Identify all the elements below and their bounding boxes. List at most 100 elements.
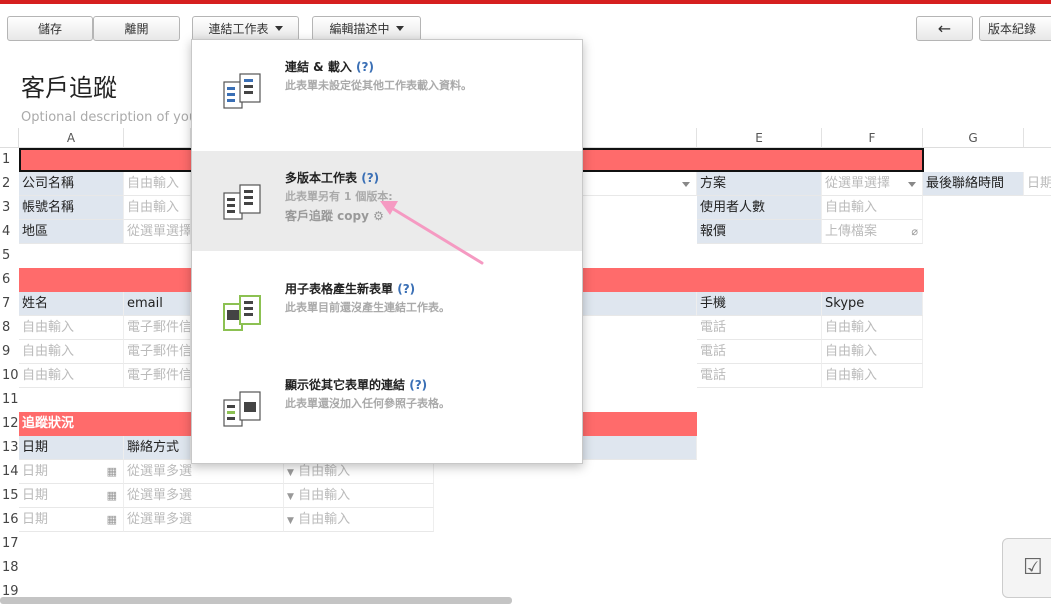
row-header[interactable]: 8	[0, 316, 19, 341]
link-sheet-button[interactable]: 連結工作表	[192, 16, 299, 41]
help-link[interactable]: (?)	[397, 282, 415, 296]
calendar-icon: ▦	[106, 489, 117, 502]
menu-item-subtable-new-form[interactable]: 用子表格產生新表單 (?) 此表單目前還沒產生連結工作表。	[192, 262, 582, 362]
horizontal-scrollbar[interactable]	[0, 597, 512, 604]
corner-header	[0, 128, 19, 148]
help-link[interactable]: (?)	[356, 60, 374, 74]
leave-button[interactable]: 離開	[93, 16, 180, 41]
link-load-icon	[223, 73, 261, 109]
column-header-e[interactable]: E	[697, 128, 822, 148]
method-label: 聯絡方式	[124, 436, 191, 460]
paperclip-icon: ⌀	[911, 225, 918, 238]
row-header[interactable]: 1	[0, 148, 19, 173]
name-label: 姓名	[19, 292, 124, 316]
back-arrow-icon: ←	[937, 19, 952, 38]
region-select[interactable]: 從選單選擇	[124, 220, 191, 244]
method-multiselect[interactable]: 從選單多選	[124, 484, 284, 508]
users-input[interactable]: 自由輸入	[822, 196, 923, 220]
floating-check-button[interactable]: ☑	[1002, 538, 1051, 598]
row-header[interactable]: 3	[0, 196, 19, 221]
row-header[interactable]: 13	[0, 436, 19, 461]
help-link[interactable]: (?)	[409, 378, 427, 392]
page-description[interactable]: Optional description of your	[21, 110, 202, 125]
email-input[interactable]: 電子郵件信	[124, 364, 191, 388]
mobile-label: 手機	[697, 292, 822, 316]
skype-input[interactable]: 自由輸入	[822, 340, 923, 364]
column-header-h[interactable]	[1024, 128, 1051, 148]
name-input[interactable]: 自由輸入	[19, 340, 124, 364]
date-input[interactable]: 日期 ▦	[19, 460, 124, 484]
row-header[interactable]: 12	[0, 412, 19, 437]
company-input[interactable]: 自由輸入	[124, 172, 191, 196]
account-input[interactable]: 自由輸入	[124, 196, 191, 220]
row-header[interactable]: 14	[0, 460, 19, 485]
label-cell	[583, 292, 697, 316]
page-title[interactable]: 客戶追蹤	[21, 68, 117, 103]
column-header-d[interactable]	[583, 128, 697, 148]
method-multiselect[interactable]: 從選單多選	[124, 508, 284, 532]
skype-input[interactable]: 自由輸入	[822, 364, 923, 388]
select-cell[interactable]	[583, 172, 697, 196]
chevron-down-icon	[274, 26, 283, 31]
mobile-input[interactable]: 電話	[697, 340, 822, 364]
skype-input[interactable]: 自由輸入	[822, 316, 923, 340]
row-header[interactable]: 2	[0, 172, 19, 197]
row-header[interactable]: 17	[0, 532, 19, 557]
column-header-f[interactable]: F	[822, 128, 923, 148]
select-arrow-icon: ▼	[287, 516, 294, 526]
row-header[interactable]: 11	[0, 388, 19, 413]
toolbar: 儲存 離開 連結工作表 編輯描述中 ← 版本紀錄	[0, 4, 1051, 44]
calendar-icon: ▦	[106, 465, 117, 478]
company-label: 公司名稱	[19, 172, 124, 196]
note-input[interactable]: ▼ 自由輸入	[284, 508, 434, 532]
last-contact-input[interactable]: 日期	[1024, 172, 1051, 196]
date-label: 日期	[19, 436, 124, 460]
select-arrow-icon	[682, 182, 690, 187]
back-button[interactable]: ←	[916, 16, 973, 41]
row-header[interactable]: 18	[0, 556, 19, 581]
last-contact-label: 最後聯絡時間	[923, 172, 1024, 196]
row-header[interactable]: 5	[0, 244, 19, 269]
email-input[interactable]: 電子郵件信	[124, 316, 191, 340]
plan-label: 方案	[697, 172, 822, 196]
row-header[interactable]: 16	[0, 508, 19, 533]
date-input[interactable]: 日期 ▦	[19, 508, 124, 532]
help-link[interactable]: (?)	[361, 171, 379, 185]
menu-item-show-links[interactable]: 顯示從其它表單的連結 (?) 此表單還沒加入任何參照子表格。	[192, 358, 582, 458]
name-input[interactable]: 自由輸入	[19, 364, 124, 388]
column-header-a[interactable]: A	[19, 128, 124, 148]
name-input[interactable]: 自由輸入	[19, 316, 124, 340]
row-header[interactable]: 15	[0, 484, 19, 509]
checkbox-icon: ☑	[1023, 555, 1043, 580]
account-label: 帳號名稱	[19, 196, 124, 220]
chevron-down-icon	[395, 26, 404, 31]
calendar-icon: ▦	[106, 513, 117, 526]
date-input[interactable]: 日期 ▦	[19, 484, 124, 508]
region-label: 地區	[19, 220, 124, 244]
row-header[interactable]: 6	[0, 268, 19, 293]
skype-label: Skype	[822, 292, 923, 316]
mobile-input[interactable]: 電話	[697, 316, 822, 340]
select-arrow-icon	[908, 182, 916, 187]
multi-version-icon	[223, 184, 261, 220]
plan-select[interactable]: 從選單選擇	[822, 172, 923, 196]
row-header[interactable]: 7	[0, 292, 19, 317]
mobile-input[interactable]: 電話	[697, 364, 822, 388]
row-header[interactable]: 4	[0, 220, 19, 245]
email-label: email	[124, 292, 191, 316]
menu-item-link-load[interactable]: 連結 & 載入 (?) 此表單未設定從其他工作表載入資料。	[192, 40, 582, 140]
show-links-icon	[223, 391, 261, 427]
save-button[interactable]: 儲存	[7, 16, 93, 41]
select-arrow-icon: ▼	[287, 468, 294, 478]
row-header[interactable]: 10	[0, 364, 19, 389]
editing-mode-button[interactable]: 編輯描述中	[312, 16, 421, 41]
annotation-arrow	[380, 201, 484, 265]
note-input[interactable]: ▼ 自由輸入	[284, 484, 434, 508]
select-arrow-icon: ▼	[287, 492, 294, 502]
column-header-b[interactable]	[124, 128, 191, 148]
row-header[interactable]: 9	[0, 340, 19, 365]
version-history-button[interactable]: 版本紀錄	[979, 16, 1051, 41]
quote-upload[interactable]: 上傳檔案 ⌀	[822, 220, 923, 244]
column-header-g[interactable]: G	[923, 128, 1024, 148]
email-input[interactable]: 電子郵件信	[124, 340, 191, 364]
